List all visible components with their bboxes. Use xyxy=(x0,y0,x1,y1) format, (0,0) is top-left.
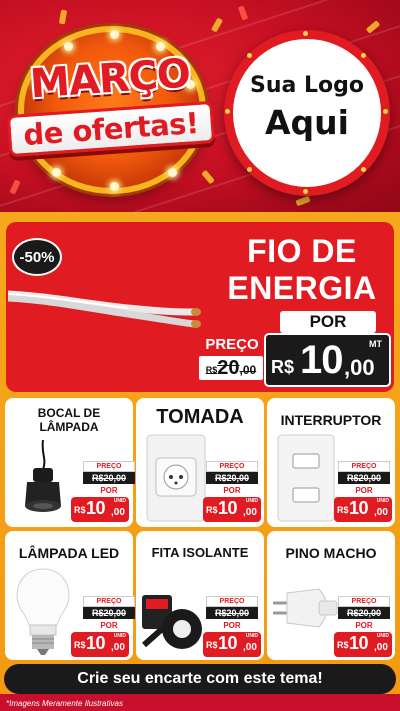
hero-currency: R$ xyxy=(271,357,295,377)
hero-por-label: POR xyxy=(280,311,376,333)
product-old-price: R$20,00 xyxy=(206,607,258,619)
product-unit: UNID xyxy=(113,498,126,504)
hero-old-value: 20 xyxy=(217,357,240,379)
hero-cents: ,00 xyxy=(344,355,375,380)
product-title-line1: LÂMPADA LED xyxy=(18,545,120,561)
product-title-line2: LÂMPADA xyxy=(39,420,99,434)
product-old-price: R$20,00 xyxy=(206,472,258,484)
product-currency: R$ xyxy=(206,505,218,515)
product-price-tag: R$ 10 ,00 UNID xyxy=(334,632,392,657)
product-por-label: POR xyxy=(223,621,241,630)
product-price: 10 xyxy=(349,498,369,518)
electric-wire-icon xyxy=(8,290,201,328)
hero-preco-label: PREÇO xyxy=(205,336,259,353)
product-title-line1: TOMADA xyxy=(156,406,244,428)
product-cents: ,00 xyxy=(111,507,125,518)
hero-old-cents: ,00 xyxy=(239,363,257,377)
confetti-icon xyxy=(210,17,224,33)
product-por-label: POR xyxy=(100,621,118,630)
hero-title-line2: ENERGIA xyxy=(227,270,377,306)
product-price: 10 xyxy=(218,498,238,518)
product-old-price: R$20,00 xyxy=(83,472,135,484)
insulating-tape-icon xyxy=(142,595,202,649)
product-title-line1: BOCAL DE xyxy=(37,406,101,420)
confetti-icon xyxy=(9,179,21,195)
plug-icon xyxy=(273,588,338,628)
bulb-icon xyxy=(64,42,73,51)
create-flyer-button[interactable]: Crie seu encarte com este tema! xyxy=(4,664,396,694)
product-cents: ,00 xyxy=(243,507,257,518)
hero-price: 10 xyxy=(300,338,343,382)
hero-unit: MT xyxy=(369,339,382,349)
product-price-tag: R$ 10 ,00 UNID xyxy=(71,497,129,522)
product-title-line1: INTERRUPTOR xyxy=(280,412,382,428)
product-price-tag: R$ 10 ,00 UNID xyxy=(203,497,261,522)
bulb-icon xyxy=(168,168,177,177)
product-price: 10 xyxy=(86,633,106,653)
product-unit: UNID xyxy=(245,498,258,504)
hero-title-line1: FIO DE xyxy=(247,233,357,269)
product-title-line1: FITA ISOLANTE xyxy=(151,545,249,560)
product-por-label: POR xyxy=(100,486,118,495)
product-price-tag: R$ 10 ,00 UNID xyxy=(203,632,261,657)
product-preco-label: PREÇO xyxy=(83,461,135,472)
product-price-tag: R$ 10 ,00 UNID xyxy=(334,497,392,522)
product-cents: ,00 xyxy=(374,507,388,518)
logo-line1: Sua Logo xyxy=(249,73,364,98)
logo-line2: Aqui xyxy=(265,103,349,142)
product-unit: UNID xyxy=(113,633,126,639)
confetti-icon xyxy=(295,195,311,207)
product-old-price: R$20,00 xyxy=(338,607,390,619)
bulb-icon xyxy=(110,30,119,39)
bulb-icon xyxy=(110,182,119,191)
product-title-line1: PINO MACHO xyxy=(285,545,377,561)
product-preco-label: PREÇO xyxy=(338,461,390,472)
product-currency: R$ xyxy=(74,640,86,650)
product-por-label: POR xyxy=(355,621,373,630)
confetti-icon xyxy=(237,5,249,21)
hero-price-tag: R$ 10 ,00 MT xyxy=(264,333,391,387)
light-switch-icon xyxy=(277,434,335,522)
headline-ofertas: de ofertas! xyxy=(22,105,200,153)
product-cents: ,00 xyxy=(243,642,257,653)
product-preco-label: PREÇO xyxy=(338,596,390,607)
product-old-price: R$20,00 xyxy=(338,472,390,484)
product-old-price: R$20,00 xyxy=(83,607,135,619)
product-currency: R$ xyxy=(337,505,349,515)
confetti-icon xyxy=(201,169,215,185)
product-unit: UNID xyxy=(376,633,389,639)
product-price: 10 xyxy=(349,633,369,653)
product-preco-label: PREÇO xyxy=(83,596,135,607)
led-bulb-icon xyxy=(16,568,70,655)
product-price: 10 xyxy=(86,498,106,518)
product-currency: R$ xyxy=(337,640,349,650)
product-cents: ,00 xyxy=(111,642,125,653)
product-preco-label: PREÇO xyxy=(206,461,258,472)
product-currency: R$ xyxy=(74,505,86,515)
logo-placeholder[interactable]: Sua Logo Aqui xyxy=(224,30,390,196)
discount-badge: -50% xyxy=(12,238,62,276)
product-cents: ,00 xyxy=(374,642,388,653)
product-unit: UNID xyxy=(376,498,389,504)
confetti-icon xyxy=(58,9,68,25)
product-por-label: POR xyxy=(223,486,241,495)
product-unit: UNID xyxy=(245,633,258,639)
product-price: 10 xyxy=(218,633,238,653)
hero-old-currency: R$ xyxy=(205,365,218,375)
product-por-label: POR xyxy=(355,486,373,495)
bulb-icon xyxy=(52,168,61,177)
disclaimer-footnote: *Imagens Meramente Ilustrativas xyxy=(6,699,123,708)
lamp-socket-icon xyxy=(25,440,61,512)
product-price-tag: R$ 10 ,00 UNID xyxy=(71,632,129,657)
product-preco-label: PREÇO xyxy=(206,596,258,607)
wall-outlet-icon xyxy=(146,434,206,522)
bulb-icon xyxy=(156,42,165,51)
product-currency: R$ xyxy=(206,640,218,650)
hero-old-price: R$20,00 xyxy=(199,356,263,380)
